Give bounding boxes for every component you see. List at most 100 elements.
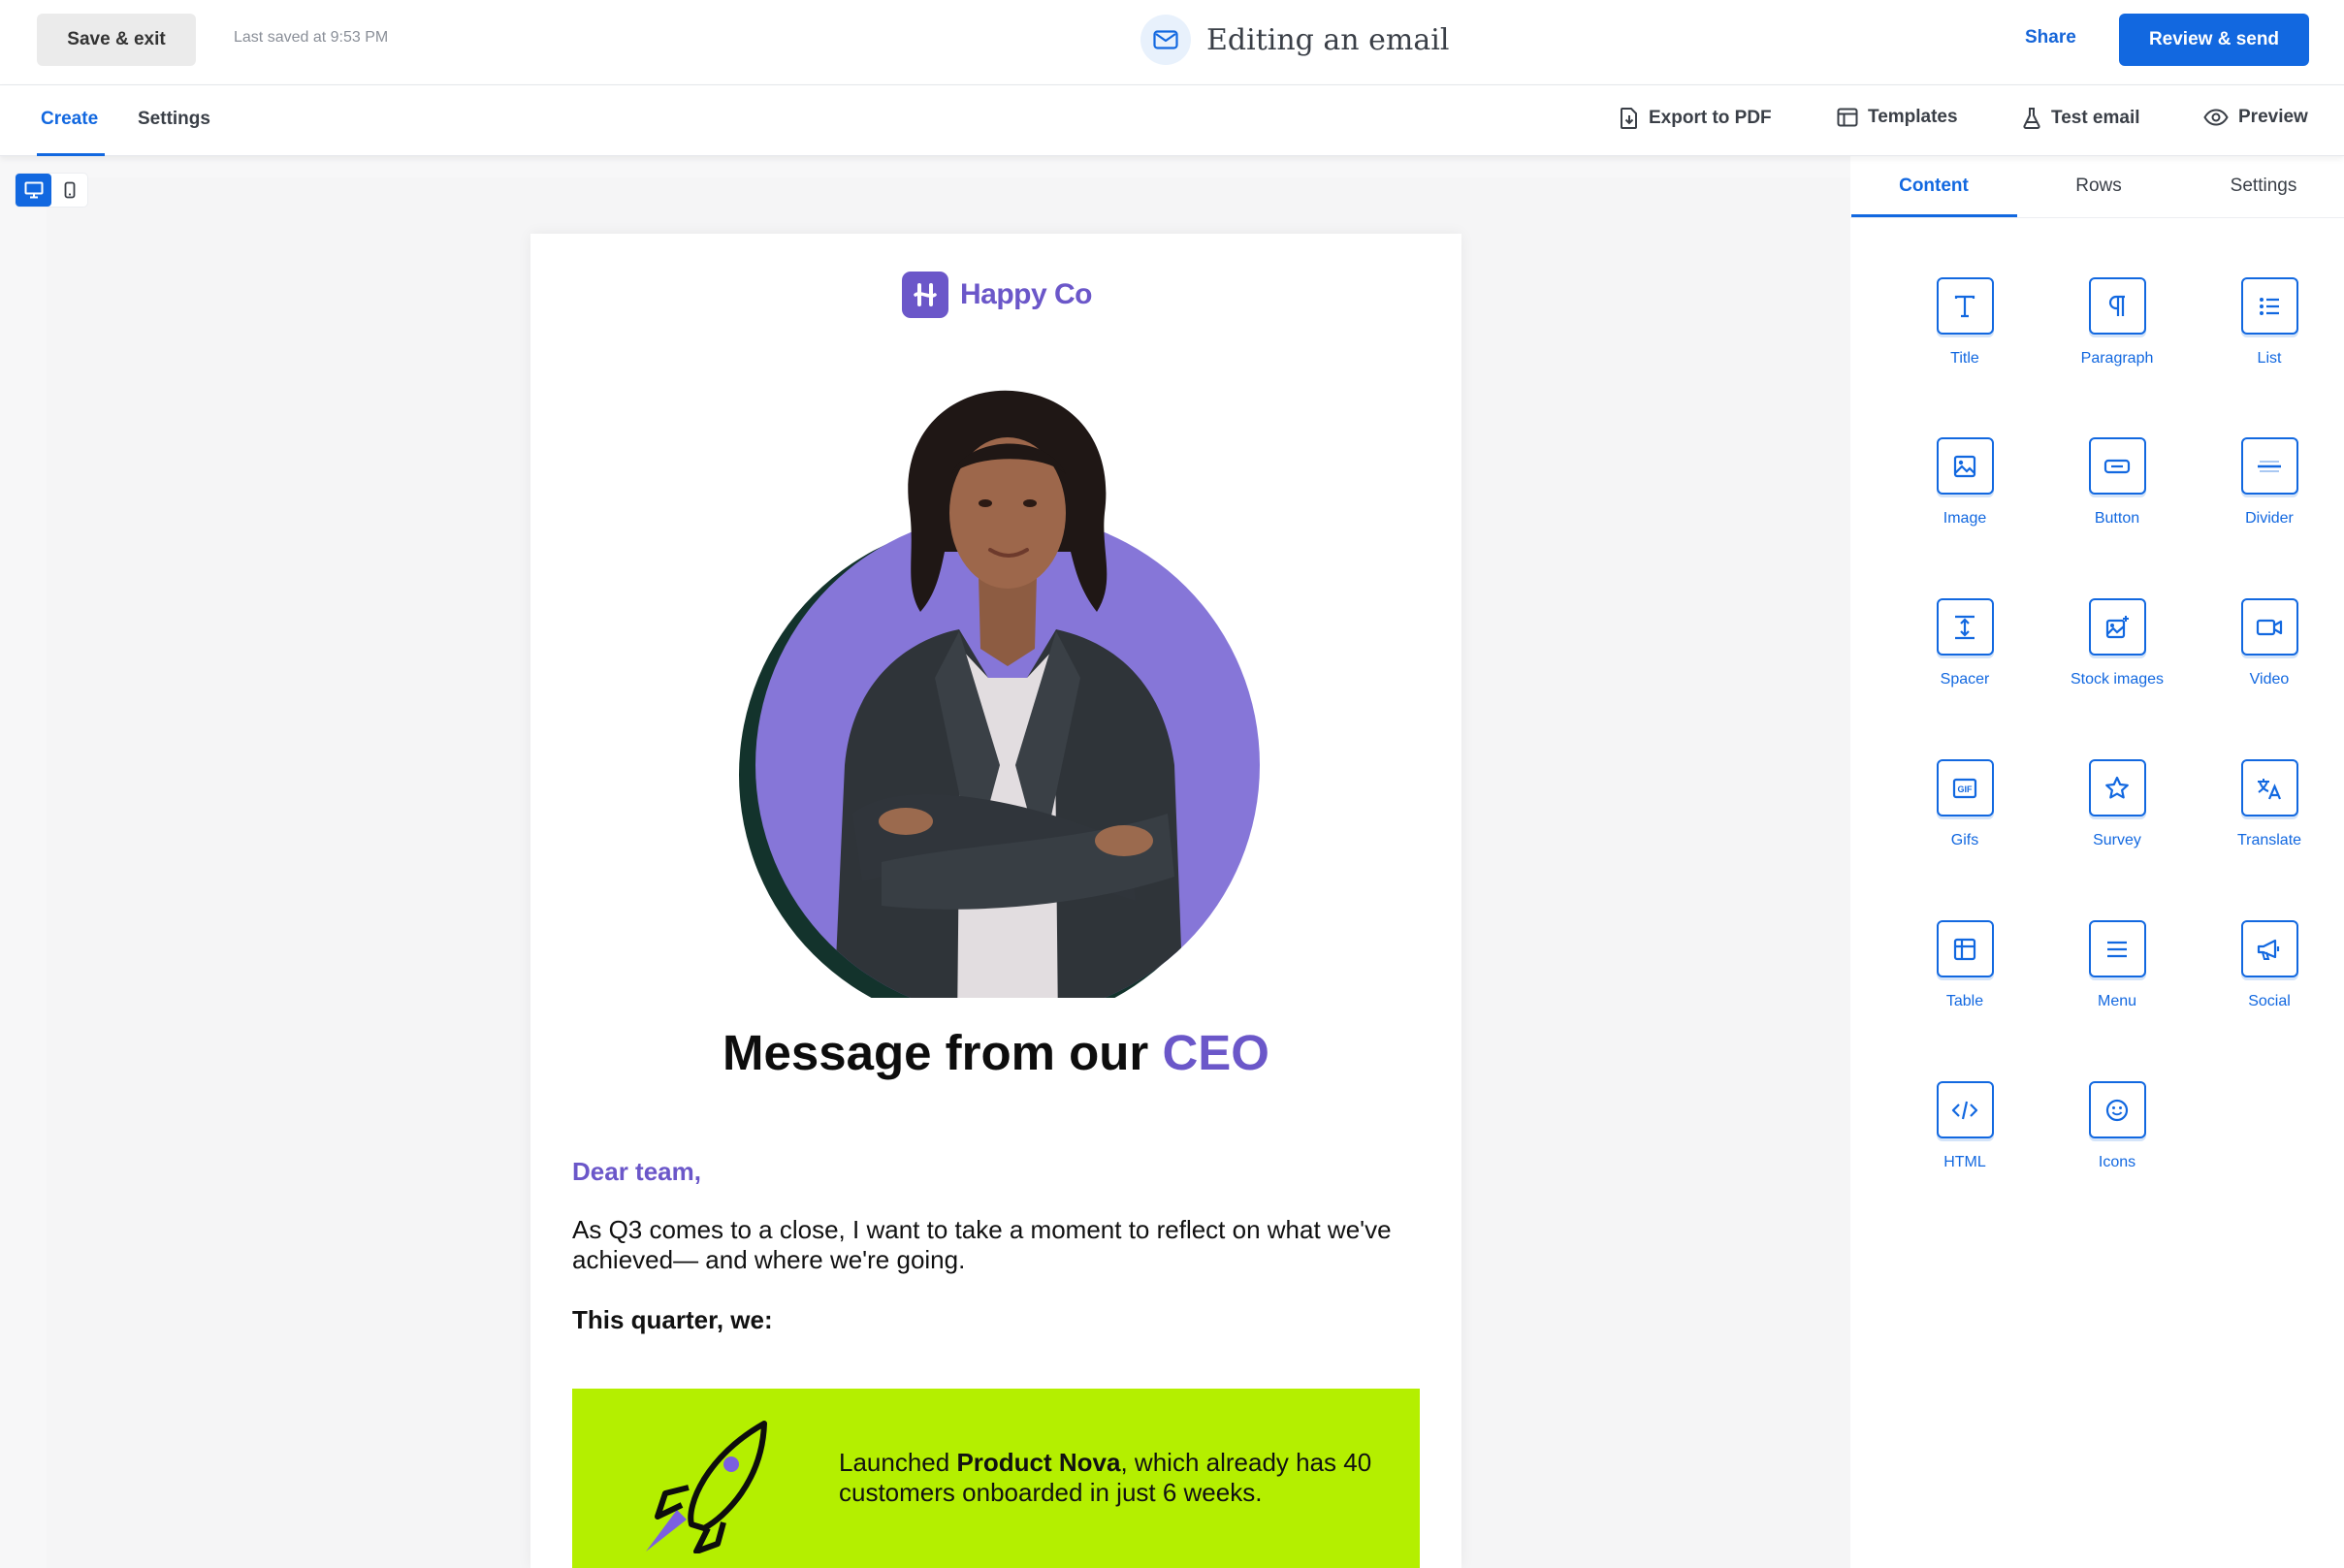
block-translate[interactable]: Translate <box>2206 759 2332 849</box>
block-label: Gifs <box>1950 832 1979 848</box>
editor-toolbar: Create Settings Export to PDF Templates … <box>0 85 2344 156</box>
block-label: Stock images <box>2070 671 2165 688</box>
email-preview[interactable]: Happy Co Message from our CEO Dear team,… <box>530 234 1461 1568</box>
block-paragraph[interactable]: Paragraph <box>2054 277 2180 368</box>
panel-tab-divider <box>1850 217 2344 218</box>
spacer-icon <box>1936 598 1994 656</box>
block-label: Spacer <box>1940 671 1990 688</box>
block-icons[interactable]: Icons <box>2054 1081 2180 1171</box>
email-headline: Message from our CEO <box>530 1024 1461 1081</box>
device-toggle <box>16 174 87 207</box>
highlight-text: Launched Product Nova, which already has… <box>839 1448 1382 1508</box>
preview-button[interactable]: Preview <box>2203 107 2308 128</box>
document-title[interactable]: Editing an email <box>1206 23 1449 57</box>
block-label: Image <box>1943 510 1987 527</box>
block-label: Button <box>2094 510 2140 527</box>
headline-text: Message from our <box>722 1025 1149 1080</box>
email-subheading: This quarter, we: <box>572 1305 773 1334</box>
block-survey[interactable]: Survey <box>2054 759 2180 849</box>
highlight-block: Launched Product Nova, which already has… <box>572 1389 1420 1568</box>
block-title[interactable]: Title <box>1902 277 2028 368</box>
block-label: List <box>2257 350 2282 367</box>
test-email-button[interactable]: Test email <box>2022 107 2140 130</box>
brand-logo: Happy Co <box>902 272 1093 318</box>
menu-icon <box>2088 920 2146 977</box>
block-label: Icons <box>2098 1154 2136 1170</box>
gif-icon: GIF <box>1936 759 1994 816</box>
block-label: Social <box>2248 993 2291 1009</box>
star-icon <box>2088 759 2146 816</box>
block-label: Paragraph <box>2080 350 2154 367</box>
tab-create[interactable]: Create <box>41 109 98 130</box>
desktop-view-button[interactable] <box>16 174 51 207</box>
block-list[interactable]: List <box>2206 277 2332 368</box>
block-stock-images[interactable]: Stock images <box>2054 598 2180 688</box>
export-pdf-label: Export to PDF <box>1649 108 1772 128</box>
code-icon <box>1936 1081 1994 1138</box>
email-body-paragraph: As Q3 comes to a close, I want to take a… <box>572 1215 1392 1274</box>
headline-accent: CEO <box>1162 1025 1269 1080</box>
highlight-emphasis: Product Nova <box>956 1448 1121 1477</box>
panel-tab-content[interactable]: Content <box>1851 176 2016 197</box>
active-tab-indicator <box>37 153 105 156</box>
table-icon <box>1936 920 1994 977</box>
block-label: Menu <box>2097 993 2137 1009</box>
panel-tab-rows[interactable]: Rows <box>2016 176 2181 197</box>
svg-text:GIF: GIF <box>1958 784 1974 794</box>
desktop-icon <box>24 181 43 199</box>
mobile-view-button[interactable] <box>51 174 87 207</box>
image-icon <box>1936 437 1994 495</box>
block-button[interactable]: Button <box>2054 437 2180 528</box>
divider-icon <box>2240 437 2298 495</box>
block-label: Divider <box>2245 510 2294 527</box>
block-label: Translate <box>2236 832 2302 848</box>
email-greeting: Dear team, <box>572 1157 701 1186</box>
block-divider[interactable]: Divider <box>2206 437 2332 528</box>
template-icon <box>1837 108 1858 127</box>
logo-mark-icon <box>902 272 948 318</box>
brand-name: Happy Co <box>960 278 1093 310</box>
paragraph-icon <box>2088 277 2146 335</box>
block-table[interactable]: Table <box>1902 920 2028 1010</box>
video-icon <box>2240 598 2298 656</box>
document-title-area: Editing an email <box>1140 14 1449 66</box>
block-social[interactable]: Social <box>2206 920 2332 1010</box>
last-saved-status: Last saved at 9:53 PM <box>234 29 389 46</box>
block-label: Survey <box>2093 832 2141 848</box>
button-icon <box>2088 437 2146 495</box>
envelope-icon <box>1140 15 1191 65</box>
review-send-button[interactable]: Review & send <box>2119 14 2309 66</box>
highlight-prefix: Launched <box>839 1448 957 1477</box>
megaphone-icon <box>2240 920 2298 977</box>
eye-icon <box>2203 109 2229 126</box>
templates-button[interactable]: Templates <box>1837 107 1958 128</box>
block-menu[interactable]: Menu <box>2054 920 2180 1010</box>
export-pdf-button[interactable]: Export to PDF <box>1620 107 1772 130</box>
block-label: Table <box>1945 993 1984 1009</box>
file-download-icon <box>1621 108 1637 129</box>
flask-icon <box>2023 108 2040 129</box>
share-link[interactable]: Share <box>2025 27 2076 48</box>
block-video[interactable]: Video <box>2206 598 2332 688</box>
templates-label: Templates <box>1868 107 1958 127</box>
block-gifs[interactable]: GIF Gifs <box>1902 759 2028 849</box>
content-panel: Content Rows Settings Title Paragraph Li… <box>1850 156 2344 1568</box>
stock-images-icon <box>2088 598 2146 656</box>
rocket-icon <box>646 1421 767 1553</box>
smiley-icon <box>2088 1081 2146 1138</box>
block-spacer[interactable]: Spacer <box>1902 598 2028 688</box>
title-icon <box>1936 277 1994 335</box>
ceo-portrait-image <box>739 390 1260 998</box>
block-image[interactable]: Image <box>1902 437 2028 528</box>
preview-label: Preview <box>2238 107 2308 127</box>
block-label: HTML <box>1943 1154 1986 1170</box>
translate-icon <box>2240 759 2298 816</box>
top-bar: Save & exit Last saved at 9:53 PM Editin… <box>0 0 2344 85</box>
mobile-icon <box>64 181 75 199</box>
block-html[interactable]: HTML <box>1902 1081 2028 1171</box>
test-email-label: Test email <box>2051 108 2140 128</box>
panel-tab-settings[interactable]: Settings <box>2181 176 2344 197</box>
block-label: Video <box>2249 671 2290 688</box>
save-exit-button[interactable]: Save & exit <box>37 14 196 66</box>
tab-settings[interactable]: Settings <box>138 109 210 130</box>
